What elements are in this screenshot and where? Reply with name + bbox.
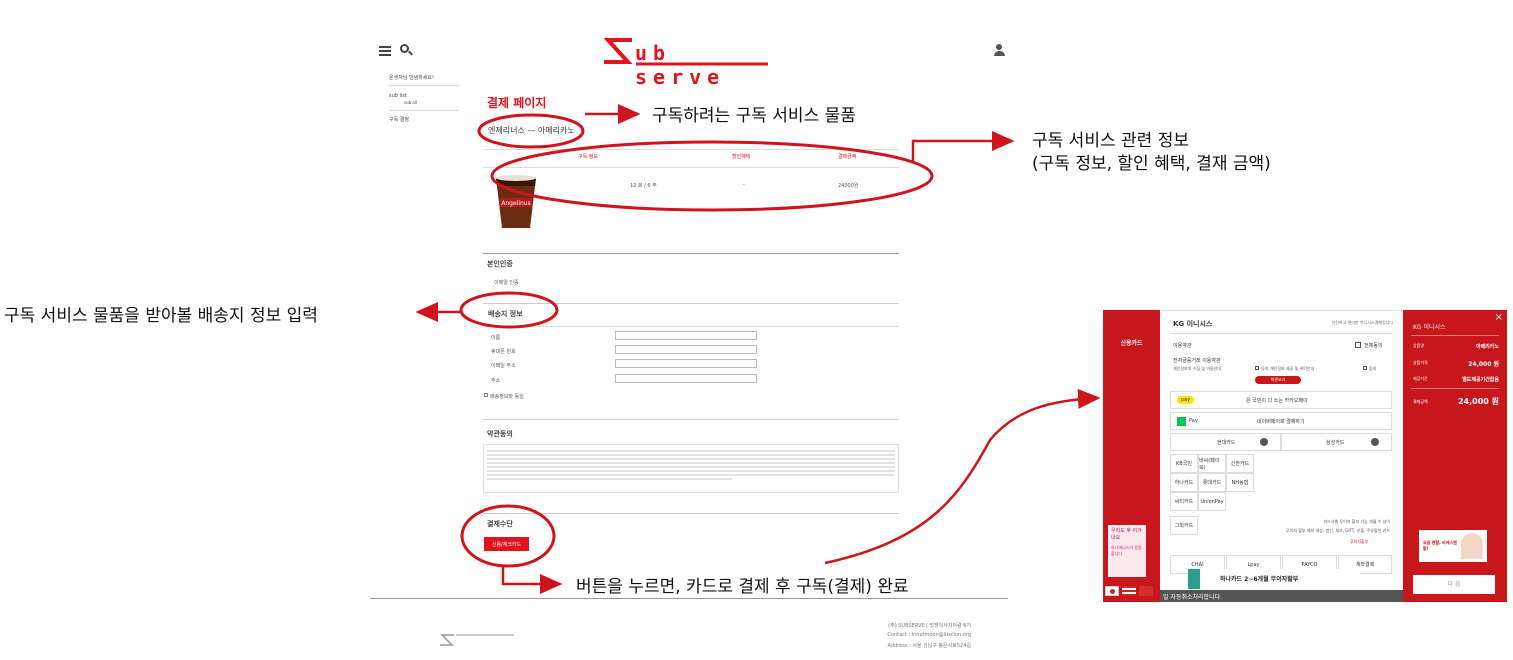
popup-main-panel: KG 이니시스 안전하고 편리한 이니시스결제입니다 이용약관 전체동의 전자금… xyxy=(1160,310,1403,602)
card-samsung-label: 삼성카드 xyxy=(1326,440,1345,446)
flag-usa-icon[interactable] xyxy=(1122,586,1136,596)
teal-badge xyxy=(1188,569,1200,589)
card-samsung-button[interactable]: 삼성카드 xyxy=(1281,433,1392,451)
arrow-info xyxy=(911,131,1015,163)
summary-value-period: 별도제공기간없음 xyxy=(1462,377,1499,383)
popup-terms-title: 전자금융거래 이용약관 xyxy=(1173,358,1221,364)
card-hyundai-button[interactable]: 현대카드 xyxy=(1170,433,1281,451)
popup-agree1-checkbox[interactable] xyxy=(1255,366,1259,370)
hana-promo-text: 하나카드 2~6개월 무이자할부 xyxy=(1220,576,1299,583)
popup-naverpay-button[interactable]: Pay 네이버페이로 결제하기 xyxy=(1170,412,1392,430)
plus-icon xyxy=(1260,438,1268,446)
popup-agree2-label: 동의 xyxy=(1369,366,1377,371)
card-nh[interactable]: NH농협 xyxy=(1226,473,1254,492)
summary-value-product: 아메리카노 xyxy=(1475,344,1499,350)
popup-right-brand: KG 이니시스 xyxy=(1413,324,1446,331)
annotation-shipping: 구독 서비스 물품을 받아볼 배송지 정보 입력 xyxy=(4,306,318,326)
ad-text-2: 하나머니스가 응원합니다 xyxy=(1111,545,1142,556)
summary-value-price: 24,000 원 xyxy=(1468,361,1499,368)
popup-terms-sub1: 개인정보의 수집 및 이용안내 xyxy=(1173,366,1221,371)
popup-terms-label: 이용약관 xyxy=(1173,343,1192,349)
popup-header-right: 안전하고 편리한 이니시스결제입니다 xyxy=(1331,320,1393,325)
popup-terms-sub2: 개인정보 제공 및 위탁안내 xyxy=(1270,366,1315,371)
naverpay-badge: Pay xyxy=(1189,418,1198,424)
popup-status-bar: 일 자동취소처리합니다. xyxy=(1160,590,1403,602)
summary-total-value: 24,000 원 xyxy=(1457,397,1499,406)
popup-close-icon[interactable]: × xyxy=(1495,312,1503,323)
card-lotte[interactable]: 롯데카드 xyxy=(1198,473,1226,492)
annotation-info-line1: 구독 서비스 관련 정보 xyxy=(1032,131,1189,151)
card-kb[interactable]: KB국민 xyxy=(1170,454,1198,473)
arrow-pay xyxy=(501,566,563,594)
popup-credit-card-label: 신용카드 xyxy=(1120,340,1143,347)
card-shinhan[interactable]: 신한카드 xyxy=(1226,454,1254,473)
kakaopay-badge: pay xyxy=(1177,396,1195,404)
popup-brand: KG 이니시스 xyxy=(1173,320,1213,328)
card-bc[interactable]: 비씨(페이북) xyxy=(1198,454,1226,473)
installment-note-2: 무이자 할부 제외 대상: 법인, 체크, GIFT, 선불, 주유할인 카드 xyxy=(1285,528,1390,533)
annotation-info-line2: (구독 정보, 할인 혜택, 결재 금액) xyxy=(1032,154,1271,174)
card-hana[interactable]: 하나카드 xyxy=(1170,473,1198,492)
summary-label-period: 제공기간 xyxy=(1413,376,1428,381)
flag-korea-icon[interactable] xyxy=(1105,586,1119,596)
popup-agree-all-checkbox[interactable] xyxy=(1355,342,1361,348)
flag-china-icon[interactable] xyxy=(1139,586,1153,596)
kakaopay-text: 온 국민이 다 쓰는 카카오페이 xyxy=(1246,398,1308,404)
popup-agree1-label: 동의 xyxy=(1261,366,1269,371)
installment-link[interactable]: 무이자할부 xyxy=(1350,539,1368,545)
right-ad-banner[interactable]: 요즘 렌탈, 비에스렌탈! xyxy=(1419,530,1487,562)
installment-note-1: 카드사별 무이자 할부 가능 개월 수 상이 xyxy=(1323,519,1390,524)
ellipse-info xyxy=(490,140,934,212)
ellipse-product xyxy=(477,113,585,149)
popup-agree2-checkbox[interactable] xyxy=(1363,366,1367,370)
ellipse-payment xyxy=(460,504,556,568)
popup-kakaopay-button[interactable]: pay 온 국민이 다 쓰는 카카오페이 xyxy=(1170,391,1392,409)
popup-summary-panel: × KG 이니시스 상품명 아메리카노 상품가격 24,000 원 제공기간 별… xyxy=(1403,310,1507,602)
ad-text-1: 우리도 후 이겨내요 xyxy=(1111,528,1142,541)
popup-next-button[interactable]: 다 음 xyxy=(1413,575,1495,594)
ad-person-avatar xyxy=(1461,533,1483,559)
popup-left-panel: 신용카드 우리도 후 이겨내요 하나머니스가 응원합니다 xyxy=(1103,310,1160,602)
popup-status-text: 일 자동취소처리합니다. xyxy=(1163,594,1223,601)
naverpay-badge-icon xyxy=(1177,417,1186,426)
right-ad-text: 요즘 렌탈, 비에스렌탈! xyxy=(1423,540,1457,551)
card-other[interactable]: 그외카드 xyxy=(1170,516,1198,535)
popup-view-terms-button[interactable]: 약관보기 xyxy=(1255,376,1301,384)
ellipse-shipping xyxy=(459,291,559,329)
annotation-product: 구독하려는 구독 서비스 물품 xyxy=(652,106,856,126)
card-citi[interactable]: 씨티카드 xyxy=(1170,492,1198,511)
naverpay-text: 네이버페이로 결제하기 xyxy=(1257,419,1305,425)
annotation-pay: 버튼을 누르면, 카드로 결제 후 구독(결제) 완료 xyxy=(576,577,909,597)
curve-to-popup xyxy=(824,388,1101,565)
summary-label-price: 상품가격 xyxy=(1413,360,1428,365)
popup-ad-banner[interactable]: 우리도 후 이겨내요 하나머니스가 응원합니다 xyxy=(1108,525,1146,577)
popup-agree-all-label: 전체동의 xyxy=(1364,343,1383,349)
card-hyundai-label: 현대카드 xyxy=(1217,440,1236,446)
plus-icon xyxy=(1371,438,1379,446)
summary-total-label: 결제금액 xyxy=(1413,399,1428,404)
card-unionpay[interactable]: UnionPay xyxy=(1198,492,1226,511)
summary-label-product: 상품명 xyxy=(1413,343,1425,348)
